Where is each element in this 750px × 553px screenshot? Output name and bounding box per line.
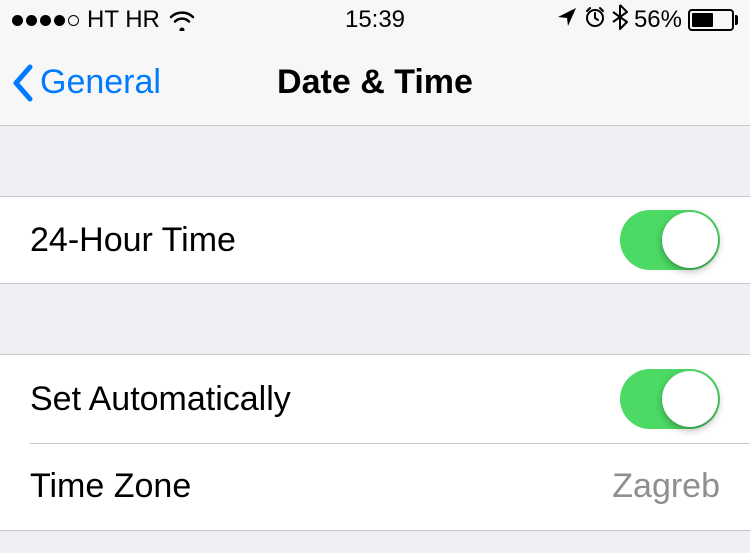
location-icon (556, 6, 578, 35)
status-right: 56% (556, 4, 738, 37)
wifi-icon (168, 9, 196, 31)
battery-percent: 56% (634, 6, 682, 34)
row-set-automatically: Set Automatically (0, 355, 750, 443)
signal-strength-icon (12, 15, 79, 26)
battery-icon (688, 9, 738, 31)
toggle-set-automatically[interactable] (620, 369, 720, 429)
toggle-24hour-time[interactable] (620, 210, 720, 270)
back-button[interactable]: General (12, 63, 161, 103)
page-title: Date & Time (277, 63, 473, 102)
back-label: General (40, 63, 161, 102)
row-24hour-time: 24-Hour Time (0, 196, 750, 284)
status-bar: HT HR 15:39 56% (0, 0, 750, 40)
section-gap (0, 284, 750, 354)
cell-label: Set Automatically (30, 380, 291, 419)
section-gap (0, 126, 750, 196)
carrier-label: HT HR (87, 6, 160, 34)
cell-value: Zagreb (612, 467, 720, 506)
alarm-icon (584, 6, 606, 35)
chevron-left-icon (12, 63, 36, 103)
status-time: 15:39 (345, 6, 405, 34)
status-left: HT HR (12, 6, 196, 34)
bluetooth-icon (612, 4, 628, 37)
section-group: Set Automatically Time Zone Zagreb (0, 354, 750, 531)
cell-label: Time Zone (30, 467, 191, 506)
row-time-zone[interactable]: Time Zone Zagreb (0, 443, 750, 531)
nav-bar: General Date & Time (0, 40, 750, 126)
cell-label: 24-Hour Time (30, 221, 236, 260)
